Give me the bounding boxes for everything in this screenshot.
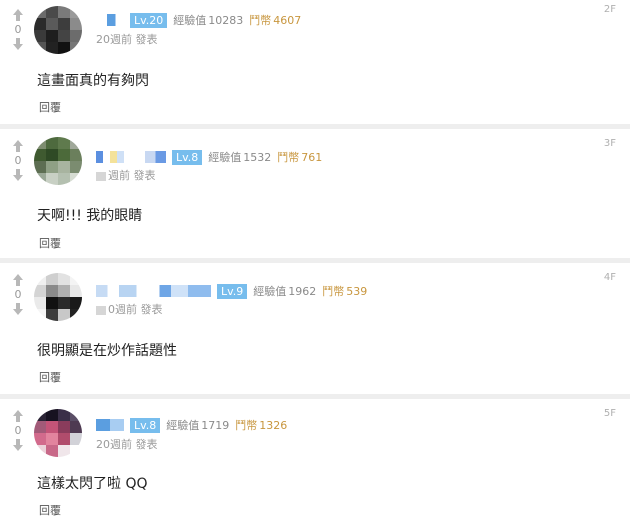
- comment-3f: 0 Lv.8 經驗值 1532 鬥幣 761 週前 發表 3F 天啊!!! 我的…: [0, 129, 630, 258]
- coin-value: 761: [301, 150, 323, 164]
- username-blurred[interactable]: [96, 14, 124, 26]
- coin-label: 鬥幣: [277, 151, 300, 164]
- upvote-arrow-icon[interactable]: [11, 139, 25, 153]
- comment-text: 這畫面真的有夠閃: [37, 73, 149, 89]
- exp-value: 1962: [288, 284, 317, 298]
- exp-label: 經驗值: [166, 419, 200, 432]
- coin-value: 539: [346, 284, 368, 298]
- username-blurred[interactable]: [96, 419, 124, 431]
- coin-label: 鬥幣: [235, 419, 258, 432]
- post-time: 20週前 發表: [96, 438, 158, 451]
- floor-number: 4F: [603, 272, 616, 283]
- post-time: 20週前 發表: [96, 33, 158, 46]
- level-badge: Lv.8: [130, 417, 161, 433]
- vote-count: 0: [14, 23, 22, 36]
- comment-2f: 0 Lv.20 經驗值 10283 鬥幣 4607 20週前 發表 2F 這畫面…: [0, 0, 630, 124]
- exp-label: 經驗值: [208, 151, 242, 164]
- coin-label: 鬥幣: [322, 285, 345, 298]
- avatar[interactable]: [34, 409, 82, 457]
- level-badge: Lv.8: [172, 149, 203, 165]
- floor-number: 3F: [603, 138, 616, 149]
- coin-value: 4607: [273, 13, 302, 27]
- comment-text: 很明顯是在炒作話題性: [37, 343, 177, 359]
- coin-label: 鬥幣: [249, 14, 272, 27]
- avatar[interactable]: [34, 273, 82, 321]
- vote-widget: 0: [10, 8, 26, 51]
- comment-5f: 0 Lv.8 經驗值 1719 鬥幣 1326 20週前 發表 5F 這樣太閃了…: [0, 399, 630, 517]
- user-meta: Lv.20 經驗值 10283 鬥幣 4607: [96, 12, 301, 28]
- downvote-arrow-icon[interactable]: [11, 168, 25, 182]
- user-meta: Lv.8 經驗值 1532 鬥幣 761: [96, 149, 322, 165]
- exp-value: 1719: [201, 418, 230, 432]
- exp-value: 10283: [208, 13, 244, 27]
- upvote-arrow-icon[interactable]: [11, 409, 25, 423]
- reply-button[interactable]: 回覆: [39, 502, 61, 518]
- floor-number: 2F: [603, 4, 616, 15]
- comment-text: 天啊!!! 我的眼睛: [37, 208, 143, 224]
- avatar[interactable]: [34, 6, 82, 54]
- username-blurred[interactable]: [96, 285, 211, 297]
- reply-button[interactable]: 回覆: [39, 369, 61, 385]
- exp-value: 1532: [243, 150, 272, 164]
- upvote-arrow-icon[interactable]: [11, 273, 25, 287]
- post-time: 0週前 發表: [96, 301, 163, 317]
- upvote-arrow-icon[interactable]: [11, 8, 25, 22]
- vote-count: 0: [14, 424, 22, 437]
- downvote-arrow-icon[interactable]: [11, 37, 25, 51]
- vote-count: 0: [14, 288, 22, 301]
- vote-count: 0: [14, 154, 22, 167]
- vote-widget: 0: [10, 273, 26, 316]
- avatar[interactable]: [34, 137, 82, 185]
- username-blurred[interactable]: [96, 151, 166, 163]
- vote-widget: 0: [10, 409, 26, 452]
- comment-4f: 0 Lv.9 經驗值 1962 鬥幣 539 0週前 發表 4F 很明顯是在炒作…: [0, 263, 630, 394]
- downvote-arrow-icon[interactable]: [11, 302, 25, 316]
- coin-value: 1326: [259, 418, 288, 432]
- floor-number: 5F: [603, 408, 616, 419]
- user-meta: Lv.9 經驗值 1962 鬥幣 539: [96, 283, 367, 299]
- downvote-arrow-icon[interactable]: [11, 438, 25, 452]
- user-meta: Lv.8 經驗值 1719 鬥幣 1326: [96, 417, 287, 433]
- exp-label: 經驗值: [253, 285, 287, 298]
- level-badge: Lv.9: [217, 283, 248, 299]
- vote-widget: 0: [10, 139, 26, 182]
- reply-button[interactable]: 回覆: [39, 235, 61, 251]
- reply-button[interactable]: 回覆: [39, 99, 61, 115]
- comment-text: 這樣太閃了啦 QQ: [37, 476, 148, 492]
- level-badge: Lv.20: [130, 12, 168, 28]
- exp-label: 經驗值: [173, 14, 207, 27]
- post-time: 週前 發表: [96, 167, 156, 183]
